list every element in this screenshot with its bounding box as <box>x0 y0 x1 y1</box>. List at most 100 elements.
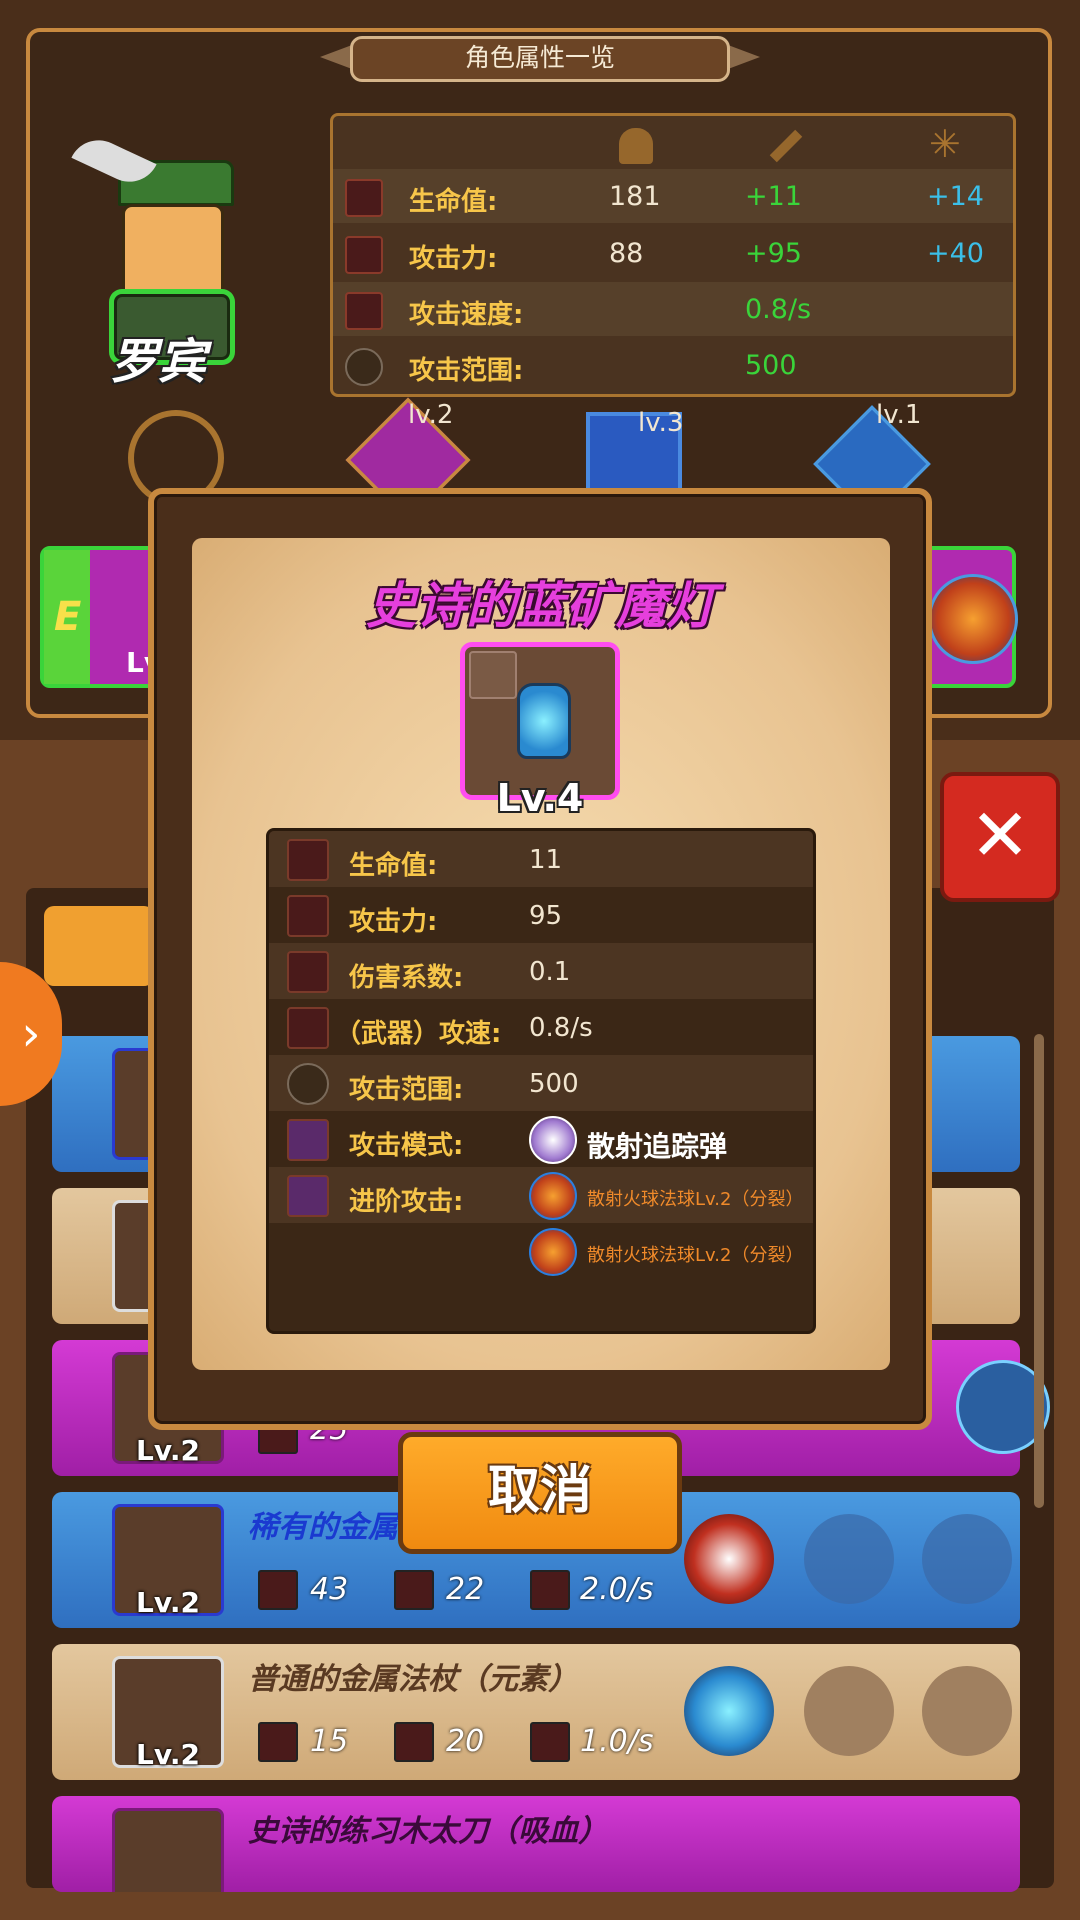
item-title: 史诗的蓝矿魔灯 <box>366 577 716 635</box>
detail-value: 散射火球法球Lv.2（分裂） <box>587 1189 804 1210</box>
cancel-button[interactable]: 取消 <box>398 1432 682 1554</box>
stat-label: 生命值: <box>409 187 498 217</box>
attack-icon <box>345 236 383 274</box>
stat-extra-bonus: +14 <box>927 181 984 212</box>
armor-slot-level: lv.3 <box>638 408 684 438</box>
detail-value: 散射火球法球Lv.2（分裂） <box>587 1245 804 1266</box>
stat-row-attack: 攻击力: 88 +95 +40 <box>333 226 1013 280</box>
detail-row-hp: 生命值: 11 <box>269 831 813 887</box>
detail-label: 攻击范围: <box>349 1075 464 1105</box>
grade-label: E <box>54 594 82 640</box>
stat-equip-bonus: 500 <box>745 350 797 381</box>
weapon-name: 普通的金属法杖（元素） <box>248 1662 578 1697</box>
speed-icon <box>345 292 383 330</box>
hp-value: 43 <box>310 1572 349 1607</box>
stats-table: ✳ 生命值: 181 +11 +14 攻击力: 88 +95 +40 攻击速度:… <box>330 113 1016 397</box>
detail-row-attack-mode: 攻击模式: 散射追踪弹 <box>269 1111 813 1167</box>
ice-orb-skill-icon <box>684 1666 774 1756</box>
attack-value: 22 <box>446 1572 485 1607</box>
locked-skill-icon <box>804 1666 894 1756</box>
detail-label: 攻击模式: <box>349 1131 464 1161</box>
heart-icon <box>287 839 329 881</box>
stat-equip-bonus: +11 <box>745 181 802 212</box>
panel-title: 角色属性一览 <box>350 36 730 82</box>
weapon-thumb: Lv.2 <box>112 1504 224 1619</box>
helmet-slot-level: lv.2 <box>408 400 454 430</box>
boots-slot-level: lv.1 <box>876 400 922 430</box>
weapon-card[interactable]: 史诗的练习木太刀（吸血） <box>52 1796 1020 1892</box>
weapon-level: Lv.2 <box>136 1586 200 1619</box>
helmet-icon <box>619 128 653 164</box>
close-button[interactable]: ✕ <box>940 772 1060 902</box>
homing-missile-icon <box>529 1116 577 1164</box>
advanced-attack-icon <box>287 1175 329 1217</box>
detail-value: 500 <box>529 1069 579 1099</box>
hp-icon <box>258 1570 298 1610</box>
speed-icon <box>287 1007 329 1049</box>
weapon-name: 史诗的练习木太刀（吸血） <box>248 1814 608 1849</box>
slash-skill-icon <box>684 1514 774 1604</box>
detail-row-advanced-attack: 进阶攻击: 散射火球法球Lv.2（分裂） <box>269 1167 813 1223</box>
detail-row-range: 攻击范围: 500 <box>269 1055 813 1111</box>
fire-skill-icon <box>928 574 1018 664</box>
stat-label: 攻击力: <box>409 244 498 274</box>
lantern-icon <box>517 683 571 759</box>
stat-equip-bonus: 0.8/s <box>745 294 812 325</box>
attack-icon <box>394 1722 434 1762</box>
weapon-card[interactable]: Lv.2 普通的金属法杖（元素） 15 20 1.0/s <box>52 1644 1020 1780</box>
detail-value: 散射追踪弹 <box>587 1130 728 1163</box>
attack-value: 20 <box>446 1724 485 1759</box>
detail-value: 95 <box>529 901 563 931</box>
sparkle-icon: ✳ <box>929 122 961 166</box>
detail-row-advanced-attack-2: 散射火球法球Lv.2（分裂） <box>269 1223 813 1279</box>
detail-label: 生命值: <box>349 851 438 881</box>
stat-label: 攻击范围: <box>409 356 524 386</box>
locked-skill-icon <box>922 1666 1012 1756</box>
stat-base: 181 <box>609 181 661 212</box>
locked-skill-icon <box>922 1514 1012 1604</box>
stat-base: 88 <box>609 238 644 269</box>
speed-value: 2.0/s <box>580 1572 654 1607</box>
detail-row-damage-coef: 伤害系数: 0.1 <box>269 943 813 999</box>
hp-value: 15 <box>310 1724 349 1759</box>
speed-icon <box>530 1570 570 1610</box>
crosshair-icon <box>345 348 383 386</box>
detail-label: 攻击力: <box>349 907 438 937</box>
weapon-level: Lv.2 <box>136 1738 200 1771</box>
panel-title-ribbon: 角色属性一览 <box>320 32 760 84</box>
damage-coefficient-icon <box>287 951 329 993</box>
weapon-thumb: Lv.2 <box>112 1656 224 1771</box>
staff-type-icon <box>469 651 517 699</box>
fireball-icon <box>529 1172 577 1220</box>
sort-tab-button[interactable] <box>44 906 154 986</box>
detail-row-attack-speed: （武器）攻速: 0.8/s <box>269 999 813 1055</box>
weapon-level: Lv.2 <box>136 1434 200 1467</box>
item-level: Lv.4 <box>496 776 584 820</box>
stat-label: 攻击速度: <box>409 300 524 330</box>
speed-icon <box>530 1722 570 1762</box>
stat-extra-bonus: +40 <box>927 238 984 269</box>
stat-row-hp: 生命值: 181 +11 +14 <box>333 169 1013 223</box>
speed-value: 1.0/s <box>580 1724 654 1759</box>
stat-row-range: 攻击范围: 500 <box>333 338 1013 392</box>
detail-row-attack: 攻击力: 95 <box>269 887 813 943</box>
attack-icon <box>394 1570 434 1610</box>
hp-icon <box>258 1722 298 1762</box>
weapon-thumb <box>112 1808 224 1892</box>
crosshair-icon <box>287 1063 329 1105</box>
chevron-right-icon: › <box>21 1006 41 1062</box>
character-name: 罗宾 <box>110 334 207 390</box>
weapon-name: 稀有的金属 <box>248 1510 398 1545</box>
attack-icon <box>287 895 329 937</box>
attack-mode-icon <box>287 1119 329 1161</box>
close-icon: ✕ <box>969 793 1031 877</box>
heart-icon <box>345 179 383 217</box>
fireball-icon <box>529 1228 577 1276</box>
detail-label: 伤害系数: <box>349 963 464 993</box>
detail-label: （武器）攻速: <box>335 1019 502 1049</box>
locked-skill-icon <box>804 1514 894 1604</box>
scrollbar[interactable] <box>1034 1034 1044 1508</box>
stat-row-speed: 攻击速度: 0.8/s <box>333 282 1013 336</box>
item-stats-table: 生命值: 11 攻击力: 95 伤害系数: 0.1 （武器）攻速: 0.8/s … <box>266 828 816 1334</box>
stat-equip-bonus: +95 <box>745 238 802 269</box>
